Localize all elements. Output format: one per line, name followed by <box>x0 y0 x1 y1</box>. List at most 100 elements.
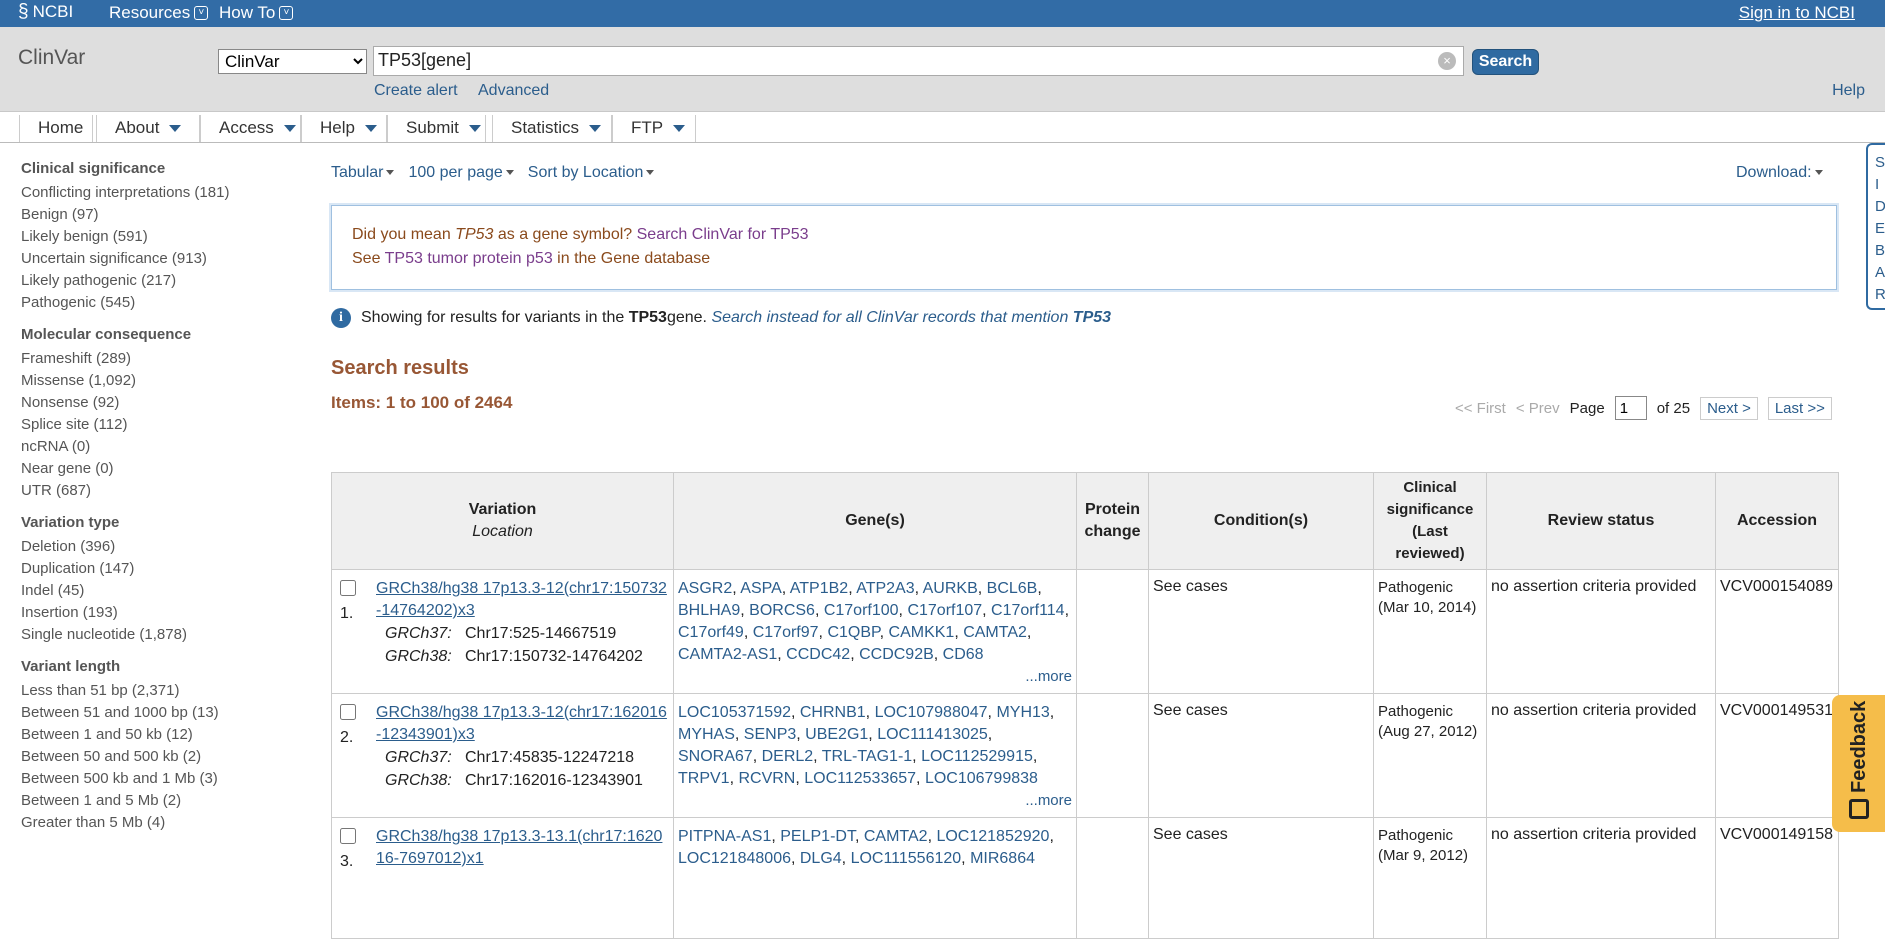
gene-link[interactable]: CAMTA2-AS1 <box>678 646 777 663</box>
gene-link[interactable]: MIR6864 <box>970 850 1035 867</box>
gene-link[interactable]: LOC112533657 <box>804 770 916 787</box>
gene-link[interactable]: SENP3 <box>744 726 796 743</box>
search-all-records-link[interactable]: Search instead for all ClinVar records t… <box>711 309 1111 327</box>
per-page-dropdown[interactable]: 100 per page <box>408 164 514 182</box>
header-accession[interactable]: Accession <box>1715 472 1839 570</box>
facet-item[interactable]: Between 50 and 500 kb (2) <box>21 746 251 768</box>
gene-link[interactable]: LOC111556120 <box>851 850 962 867</box>
header-conditions[interactable]: Condition(s) <box>1148 472 1374 570</box>
next-page-button[interactable]: Next > <box>1700 396 1758 420</box>
variation-link[interactable]: GRCh38/hg38 17p13.3-12(chr17:162016-1234… <box>376 704 667 743</box>
ncbi-logo[interactable]: § NCBI <box>18 2 73 22</box>
gene-link[interactable]: ASGR2 <box>678 580 732 597</box>
page-number-input[interactable] <box>1614 396 1647 420</box>
facet-item[interactable]: Likely benign (591) <box>21 226 251 248</box>
menu-access[interactable]: Access <box>200 115 301 142</box>
facet-item[interactable]: Uncertain significance (913) <box>21 248 251 270</box>
tp53-gene-link[interactable]: TP53 tumor protein p53 <box>385 250 553 267</box>
facet-item[interactable]: Deletion (396) <box>21 536 251 558</box>
row-checkbox[interactable] <box>340 828 356 844</box>
gene-link[interactable]: TRPV1 <box>678 770 730 787</box>
facet-item[interactable]: Frameshift (289) <box>21 348 251 370</box>
facet-item[interactable]: Duplication (147) <box>21 558 251 580</box>
gene-link[interactable]: SNORA67 <box>678 748 753 765</box>
gene-link[interactable]: C1QBP <box>827 624 879 641</box>
menu-home[interactable]: Home <box>19 115 93 142</box>
header-variation[interactable]: Variation Location <box>331 472 674 570</box>
facet-item[interactable]: Near gene (0) <box>21 458 251 480</box>
facet-item[interactable]: UTR (687) <box>21 480 251 502</box>
gene-link[interactable]: LOC107988047 <box>875 704 988 721</box>
gene-link[interactable]: BORCS6 <box>749 602 815 619</box>
format-dropdown[interactable]: Tabular <box>331 164 395 182</box>
gene-link[interactable]: CD68 <box>943 646 984 663</box>
clear-search-icon[interactable]: × <box>1438 52 1456 70</box>
gene-link[interactable]: UBE2G1 <box>805 726 868 743</box>
feedback-button[interactable]: Feedback <box>1832 695 1885 832</box>
header-genes[interactable]: Gene(s) <box>673 472 1077 570</box>
advanced-search-link[interactable]: Advanced <box>478 82 549 100</box>
menu-statistics[interactable]: Statistics <box>492 115 612 142</box>
gene-link[interactable]: ATP2A3 <box>856 580 914 597</box>
facet-item[interactable]: Missense (1,092) <box>21 370 251 392</box>
facet-item[interactable]: Single nucleotide (1,878) <box>21 624 251 646</box>
howto-menu[interactable]: How To ˅ <box>219 3 294 23</box>
gene-link[interactable]: DLG4 <box>800 850 842 867</box>
header-clinical-significance[interactable]: Clinical significance (Last reviewed) <box>1373 472 1487 570</box>
facet-item[interactable]: Nonsense (92) <box>21 392 251 414</box>
header-review-status[interactable]: Review status <box>1486 472 1716 570</box>
facet-item[interactable]: Indel (45) <box>21 580 251 602</box>
gene-link[interactable]: AURKB <box>923 580 978 597</box>
facet-item[interactable]: Conflicting interpretations (181) <box>21 182 251 204</box>
variation-link[interactable]: GRCh38/hg38 17p13.3-12(chr17:150732-1476… <box>376 580 667 619</box>
gene-link[interactable]: LOC105371592 <box>678 704 791 721</box>
gene-link[interactable]: ASPA <box>740 580 782 597</box>
menu-submit[interactable]: Submit <box>387 115 486 142</box>
facet-item[interactable]: Greater than 5 Mb (4) <box>21 812 251 834</box>
gene-link[interactable]: C17orf107 <box>907 602 982 619</box>
gene-link[interactable]: CCDC92B <box>859 646 934 663</box>
facet-item[interactable]: Less than 51 bp (2,371) <box>21 680 251 702</box>
gene-link[interactable]: BHLHA9 <box>678 602 740 619</box>
menu-help[interactable]: Help <box>301 115 387 142</box>
gene-link[interactable]: PELP1-DT <box>780 828 855 845</box>
resources-menu[interactable]: Resources ˅ <box>109 3 209 23</box>
facet-item[interactable]: Between 1 and 50 kb (12) <box>21 724 251 746</box>
download-dropdown[interactable]: Download: <box>1736 164 1823 182</box>
facet-item[interactable]: Between 51 and 1000 bp (13) <box>21 702 251 724</box>
facet-item[interactable]: ncRNA (0) <box>21 436 251 458</box>
facet-item[interactable]: Between 500 kb and 1 Mb (3) <box>21 768 251 790</box>
facet-item[interactable]: Splice site (112) <box>21 414 251 436</box>
gene-link[interactable]: CCDC42 <box>786 646 850 663</box>
gene-link[interactable]: LOC106799838 <box>925 770 1038 787</box>
sign-in-link[interactable]: Sign in to NCBI <box>1739 3 1855 23</box>
gene-link[interactable]: TRL-TAG1-1 <box>822 748 912 765</box>
row-checkbox[interactable] <box>340 704 356 720</box>
gene-link[interactable]: MYHAS <box>678 726 735 743</box>
sort-dropdown[interactable]: Sort by Location <box>528 164 655 182</box>
gene-link[interactable]: BCL6B <box>987 580 1038 597</box>
gene-link[interactable]: DERL2 <box>762 748 814 765</box>
gene-link[interactable]: LOC112529915 <box>921 748 1033 765</box>
menu-about[interactable]: About <box>96 115 200 142</box>
header-protein-change[interactable]: Protein change <box>1076 472 1149 570</box>
gene-link[interactable]: C17orf97 <box>753 624 819 641</box>
search-clinvar-tp53-link[interactable]: Search ClinVar for TP53 <box>637 226 809 243</box>
facet-item[interactable]: Likely pathogenic (217) <box>21 270 251 292</box>
gene-link[interactable]: CAMTA2 <box>864 828 928 845</box>
more-genes-link[interactable]: ...more <box>678 668 1072 685</box>
facet-item[interactable]: Insertion (193) <box>21 602 251 624</box>
gene-link[interactable]: LOC111413025 <box>877 726 988 743</box>
gene-link[interactable]: ATP1B2 <box>790 580 848 597</box>
search-input[interactable]: TP53[gene] <box>373 46 1464 76</box>
more-genes-link[interactable]: ...more <box>678 792 1072 809</box>
gene-link[interactable]: PITPNA-AS1 <box>678 828 771 845</box>
help-link[interactable]: Help <box>1832 82 1865 100</box>
gene-link[interactable]: C17orf100 <box>824 602 899 619</box>
gene-link[interactable]: C17orf114 <box>991 602 1065 619</box>
gene-link[interactable]: CAMKK1 <box>889 624 955 641</box>
gene-link[interactable]: C17orf49 <box>678 624 744 641</box>
gene-link[interactable]: CAMTA2 <box>963 624 1027 641</box>
search-button[interactable]: Search <box>1472 49 1539 75</box>
gene-link[interactable]: RCVRN <box>738 770 795 787</box>
